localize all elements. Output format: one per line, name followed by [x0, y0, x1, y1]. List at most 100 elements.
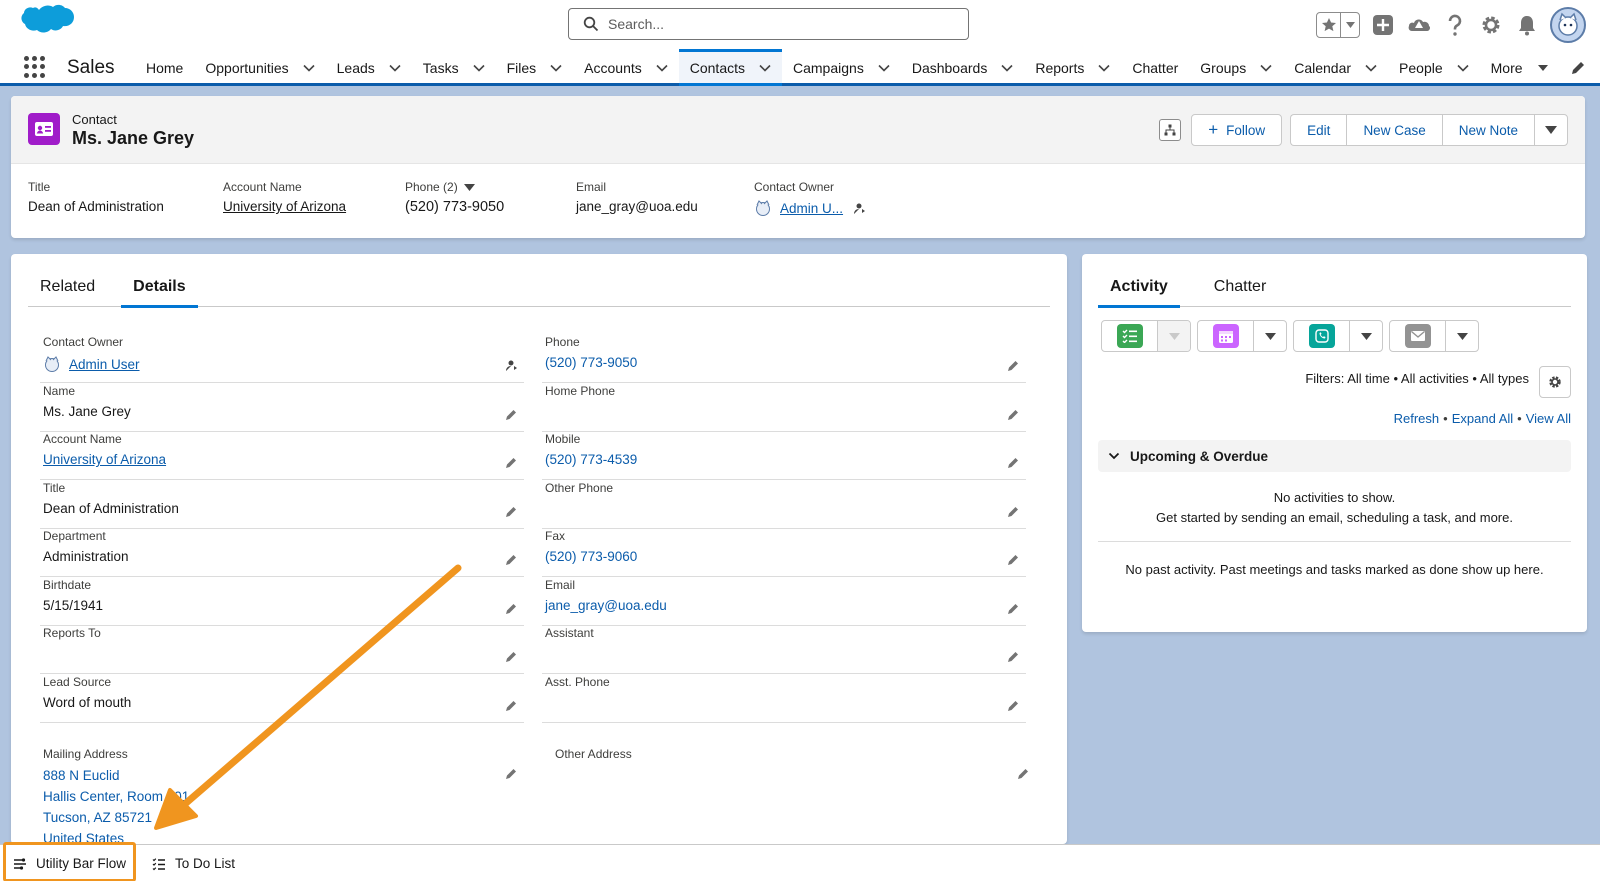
phone-menu-chevron-icon[interactable] [463, 183, 475, 191]
log-call-button[interactable] [1293, 320, 1383, 352]
edit-pencil-icon[interactable] [505, 767, 518, 780]
chevron-down-icon[interactable] [759, 64, 771, 72]
trailhead-guidance-icon[interactable] [1406, 12, 1432, 38]
email-menu-chevron-icon[interactable] [1446, 321, 1478, 351]
details-card: Related Details Contact Owner Admin User Na… [11, 254, 1067, 844]
nav-item-home[interactable]: Home [135, 50, 194, 86]
edit-pencil-icon[interactable] [505, 456, 518, 469]
edit-pencil-icon[interactable] [1007, 553, 1020, 566]
chevron-down-icon[interactable] [1098, 64, 1110, 72]
favorites-star-icon[interactable] [1317, 13, 1341, 37]
app-launcher-waffle-icon[interactable] [24, 56, 46, 78]
email-link[interactable]: jane_gray@uoa.edu [576, 199, 698, 214]
mailing-address-line1[interactable]: 888 N Euclid [43, 765, 189, 786]
call-menu-chevron-icon[interactable] [1350, 321, 1382, 351]
edit-pencil-icon[interactable] [505, 505, 518, 518]
chevron-down-icon[interactable] [1001, 64, 1013, 72]
nav-item-tasks[interactable]: Tasks [412, 50, 496, 86]
follow-button[interactable]: + Follow [1191, 114, 1283, 146]
salesforce-cloud-logo[interactable] [14, 4, 74, 46]
nav-item-opportunities[interactable]: Opportunities [194, 50, 325, 86]
chevron-down-icon[interactable] [878, 64, 890, 72]
nav-item-calendar[interactable]: Calendar [1283, 50, 1388, 86]
user-avatar[interactable] [1550, 7, 1586, 43]
chevron-down-icon[interactable] [473, 64, 485, 72]
chevron-down-icon[interactable] [1260, 64, 1272, 72]
change-owner-icon[interactable] [505, 359, 518, 372]
more-actions-button[interactable] [1534, 114, 1568, 146]
edit-pencil-icon[interactable] [505, 602, 518, 615]
edit-pencil-icon[interactable] [505, 408, 518, 421]
new-task-button[interactable] [1101, 320, 1191, 352]
edit-pencil-icon[interactable] [1007, 699, 1020, 712]
search-input[interactable] [608, 16, 948, 32]
mailing-address-line3[interactable]: Tucson, AZ 85721 [43, 807, 189, 828]
account-link[interactable]: University of Arizona [223, 199, 346, 214]
nav-item-files[interactable]: Files [496, 50, 574, 86]
nav-item-leads[interactable]: Leads [326, 50, 412, 86]
edit-pencil-icon[interactable] [1007, 456, 1020, 469]
phone-link[interactable]: (520) 773-9050 [405, 199, 504, 215]
field-value[interactable]: (520) 773-9050 [545, 355, 637, 370]
setup-gear-icon[interactable] [1478, 12, 1504, 38]
field-value[interactable]: University of Arizona [43, 452, 166, 467]
nav-item-contacts[interactable]: Contacts [678, 49, 783, 86]
view-all-link[interactable]: View All [1526, 411, 1571, 426]
global-actions-plus-icon[interactable] [1370, 12, 1396, 38]
upcoming-overdue-section[interactable]: Upcoming & Overdue [1098, 440, 1571, 472]
chevron-down-icon[interactable] [389, 64, 401, 72]
chevron-down-icon[interactable] [303, 64, 315, 72]
notifications-bell-icon[interactable] [1514, 12, 1540, 38]
nav-item-reports[interactable]: Reports [1024, 50, 1121, 86]
tab-chatter[interactable]: Chatter [1202, 268, 1278, 307]
edit-pencil-icon[interactable] [505, 699, 518, 712]
nav-item-groups[interactable]: Groups [1189, 50, 1283, 86]
edit-pencil-icon[interactable] [505, 553, 518, 566]
edit-button[interactable]: Edit [1290, 114, 1347, 146]
owner-link[interactable]: Admin U... [780, 201, 843, 216]
chevron-down-icon[interactable] [1537, 64, 1549, 72]
mailing-address-line2[interactable]: Hallis Center, Room 501 [43, 786, 189, 807]
edit-pencil-icon[interactable] [1007, 359, 1020, 372]
new-note-button[interactable]: New Note [1441, 114, 1534, 146]
edit-nav-pencil-icon[interactable] [1570, 60, 1586, 76]
tab-details[interactable]: Details [121, 268, 199, 308]
field-value[interactable]: Admin User [69, 357, 140, 372]
global-search[interactable] [568, 8, 969, 40]
filter-settings-gear-icon[interactable] [1539, 366, 1571, 398]
edit-pencil-icon[interactable] [505, 650, 518, 663]
search-icon [583, 16, 599, 32]
expand-all-link[interactable]: Expand All [1452, 411, 1513, 426]
edit-pencil-icon[interactable] [1007, 650, 1020, 663]
refresh-link[interactable]: Refresh [1394, 411, 1440, 426]
tab-activity[interactable]: Activity [1098, 268, 1180, 308]
utility-item-todo[interactable]: To Do List [152, 845, 235, 881]
chevron-down-icon[interactable] [550, 64, 562, 72]
nav-item-more[interactable]: More [1480, 50, 1560, 86]
change-owner-icon[interactable] [853, 202, 866, 215]
help-question-icon[interactable] [1442, 12, 1468, 38]
chevron-down-icon[interactable] [656, 64, 668, 72]
nav-item-chatter[interactable]: Chatter [1121, 50, 1189, 86]
nav-item-people[interactable]: People [1388, 50, 1480, 86]
nav-item-campaigns[interactable]: Campaigns [782, 50, 901, 86]
nav-item-accounts[interactable]: Accounts [573, 50, 679, 86]
field-value[interactable]: jane_gray@uoa.edu [545, 598, 667, 613]
edit-pencil-icon[interactable] [1007, 408, 1020, 421]
event-menu-chevron-icon[interactable] [1254, 321, 1286, 351]
favorites-menu-chevron-icon[interactable] [1341, 13, 1359, 37]
hierarchy-icon[interactable] [1159, 119, 1182, 141]
send-email-button[interactable] [1389, 320, 1479, 352]
edit-pencil-icon[interactable] [1007, 602, 1020, 615]
chevron-down-icon[interactable] [1365, 64, 1377, 72]
edit-pencil-icon[interactable] [1007, 505, 1020, 518]
contact-card-icon [28, 113, 60, 145]
new-case-button[interactable]: New Case [1346, 114, 1442, 146]
chevron-down-icon[interactable] [1457, 64, 1469, 72]
edit-pencil-icon[interactable] [1017, 767, 1030, 780]
field-value[interactable]: (520) 773-4539 [545, 452, 637, 467]
nav-item-dashboards[interactable]: Dashboards [901, 50, 1025, 86]
tab-related[interactable]: Related [28, 268, 107, 307]
new-event-button[interactable] [1197, 320, 1287, 352]
field-value[interactable]: (520) 773-9060 [545, 549, 637, 564]
